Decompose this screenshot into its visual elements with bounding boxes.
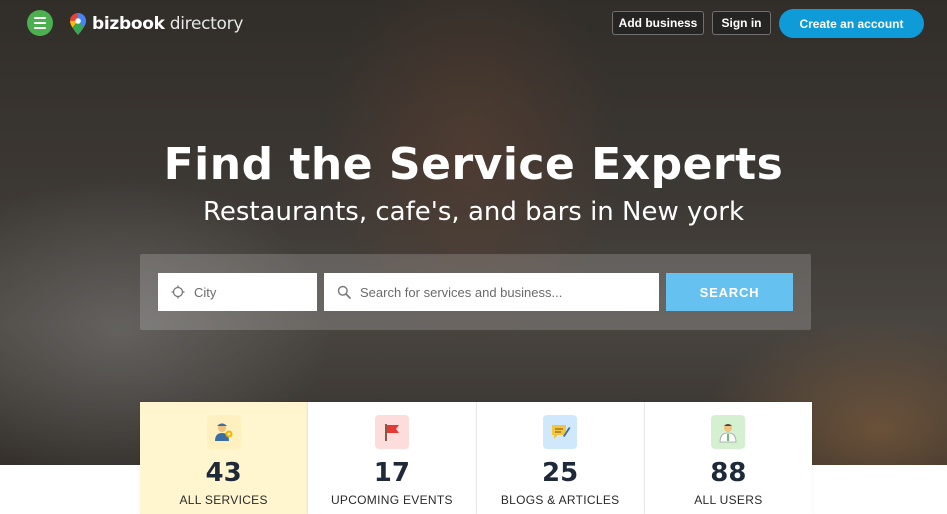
logo-brand: bizbook (92, 14, 165, 34)
add-business-button[interactable]: Add business (612, 11, 704, 35)
menu-line-icon (34, 17, 46, 19)
stat-value: 25 (542, 458, 579, 488)
stat-label: BLOGS & ARTICLES (500, 493, 620, 507)
stat-value: 17 (373, 458, 410, 488)
hero-section: bizbook directory Add business Sign in C… (0, 0, 947, 465)
search-panel: SEARCH (140, 254, 811, 330)
logo-suffix: directory (169, 14, 244, 34)
stat-card-users[interactable]: 88 ALL USERS (644, 402, 812, 514)
user-icon (711, 415, 746, 449)
create-account-button[interactable]: Create an account (779, 9, 924, 38)
stat-value: 43 (205, 458, 242, 488)
stat-card-events[interactable]: 17 UPCOMING EVENTS (308, 402, 477, 514)
location-target-icon (171, 285, 185, 299)
hero-subtitle: Restaurants, cafe's, and bars in New yor… (202, 197, 745, 227)
search-button[interactable]: SEARCH (666, 273, 793, 311)
note-icon (543, 415, 578, 449)
stat-label: UPCOMING EVENTS (330, 493, 453, 507)
sign-in-button[interactable]: Sign in (712, 11, 771, 35)
search-input[interactable] (360, 273, 659, 311)
menu-button[interactable] (27, 10, 53, 36)
stat-card-services[interactable]: 43 ALL SERVICES (140, 402, 309, 514)
site-logo[interactable]: bizbook directory (70, 13, 243, 35)
stat-value: 88 (710, 458, 747, 488)
search-field[interactable] (324, 273, 659, 311)
flag-icon (374, 415, 409, 449)
worker-icon (206, 415, 241, 449)
stat-label: ALL SERVICES (179, 493, 268, 507)
city-field[interactable] (158, 273, 317, 311)
hero-overlay (0, 0, 947, 465)
stat-label: ALL USERS (694, 493, 763, 507)
stat-card-blogs[interactable]: 25 BLOGS & ARTICLES (476, 402, 645, 514)
menu-line-icon (34, 27, 46, 29)
map-pin-icon (70, 13, 86, 35)
city-input[interactable] (194, 273, 317, 311)
search-icon (337, 285, 351, 299)
stats-bar: 43 ALL SERVICES 17 UPCOMING EVENTS 25 BL… (140, 402, 812, 514)
hero-title: Find the Service Experts (163, 139, 784, 190)
menu-line-icon (34, 22, 46, 24)
